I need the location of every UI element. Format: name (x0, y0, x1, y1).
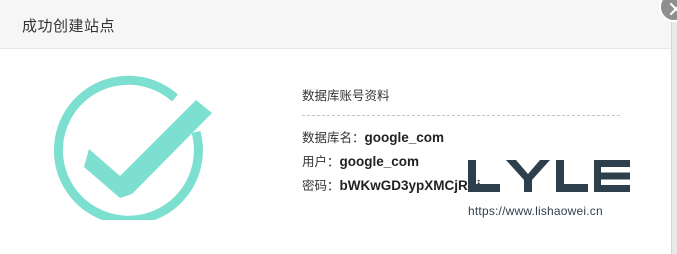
user-label: 用户： (302, 154, 340, 169)
dialog-header: 成功创建站点 (0, 0, 671, 49)
user-value: google_com (339, 154, 420, 169)
db-name-value: google_com (364, 130, 445, 145)
divider (302, 115, 620, 116)
lyle-logo (468, 160, 630, 192)
dialog-title: 成功创建站点 (22, 17, 116, 35)
check-circle-icon (48, 70, 218, 225)
info-row-db-name: 数据库名：google_com (302, 126, 622, 150)
password-label: 密码： (302, 178, 340, 193)
close-icon (669, 2, 677, 16)
close-button[interactable] (659, 0, 677, 22)
database-info-heading: 数据库账号资料 (302, 88, 390, 103)
success-dialog: 成功创建站点 数据库账号资料 数据库名：google_com 用户：google… (0, 0, 672, 254)
watermark: https://www.lishaowei.cn (466, 154, 636, 224)
watermark-url: https://www.lishaowei.cn (468, 204, 603, 218)
db-name-label: 数据库名： (302, 130, 365, 145)
password-value: bWKwGD3ypXMCjRXi (339, 178, 481, 193)
